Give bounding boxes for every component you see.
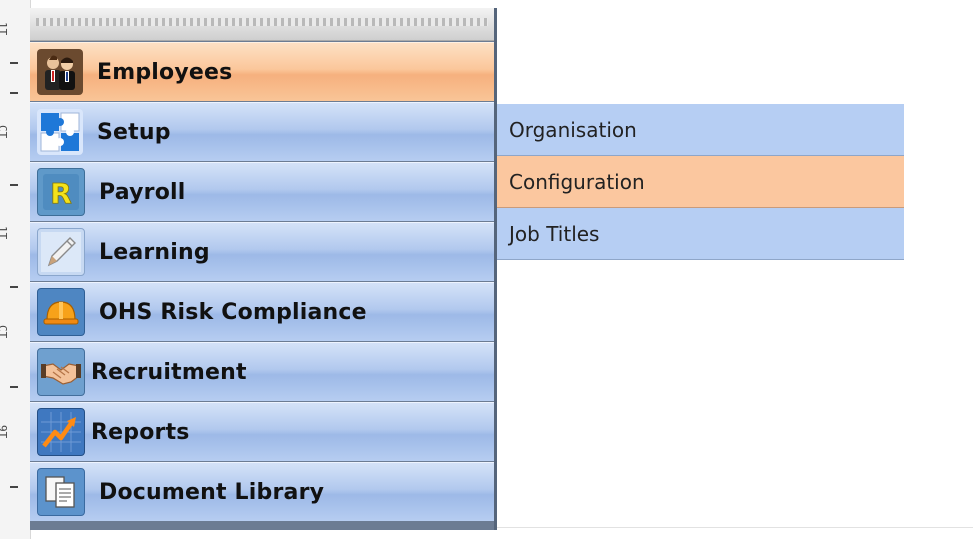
handshake-icon <box>37 348 85 396</box>
ruler-tick <box>10 92 18 94</box>
svg-text:R: R <box>50 177 72 210</box>
documents-icon <box>37 468 85 516</box>
setup-submenu: Organisation Configuration Job Titles <box>497 104 904 260</box>
employees-icon <box>37 49 83 95</box>
pencil-icon <box>37 228 85 276</box>
ruler-tick <box>10 486 18 488</box>
vertical-ruler: 1T CT 1T CT 9T <box>0 0 31 539</box>
chart-arrow-icon <box>37 408 85 456</box>
submenu-item-configuration[interactable]: Configuration <box>497 156 904 208</box>
menu-item-label: OHS Risk Compliance <box>99 299 367 325</box>
ruler-label: 9T <box>0 425 9 439</box>
ruler-label: 1T <box>0 226 9 240</box>
divider <box>497 527 973 528</box>
menu-item-label: Reports <box>91 419 190 445</box>
menu-item-employees[interactable]: Employees <box>30 42 494 101</box>
ruler-tick <box>10 184 18 186</box>
payroll-r-icon: R <box>37 168 85 216</box>
submenu-item-label: Organisation <box>509 117 637 142</box>
menu-item-reports[interactable]: Reports <box>30 402 494 461</box>
menu-item-label: Document Library <box>99 479 325 505</box>
menu-item-label: Recruitment <box>91 359 247 385</box>
submenu-item-organisation[interactable]: Organisation <box>497 104 904 156</box>
submenu-item-label: Configuration <box>509 169 645 194</box>
ruler-tick <box>10 62 18 64</box>
menu-item-label: Learning <box>99 239 210 265</box>
menu-item-setup[interactable]: Setup <box>30 102 494 161</box>
menu-item-label: Payroll <box>99 179 186 205</box>
ruler-tick <box>10 386 18 388</box>
menu-drag-handle[interactable] <box>30 8 494 41</box>
hardhat-icon <box>37 288 85 336</box>
main-menu: Employees Setup R Payroll Learning OHS R… <box>30 8 497 530</box>
menu-item-payroll[interactable]: R Payroll <box>30 162 494 221</box>
ruler-label: 1T <box>0 22 9 36</box>
submenu-item-job-titles[interactable]: Job Titles <box>497 208 904 260</box>
submenu-item-label: Job Titles <box>509 221 600 246</box>
setup-puzzle-icon <box>37 109 83 155</box>
menu-item-label: Setup <box>97 119 171 145</box>
ruler-label: CT <box>0 125 9 139</box>
menu-item-ohs-risk-compliance[interactable]: OHS Risk Compliance <box>30 282 494 341</box>
menu-item-document-library[interactable]: Document Library <box>30 462 494 521</box>
menu-item-recruitment[interactable]: Recruitment <box>30 342 494 401</box>
menu-item-learning[interactable]: Learning <box>30 222 494 281</box>
ruler-label: CT <box>0 325 9 339</box>
menu-item-label: Employees <box>97 59 233 85</box>
ruler-tick <box>10 286 18 288</box>
